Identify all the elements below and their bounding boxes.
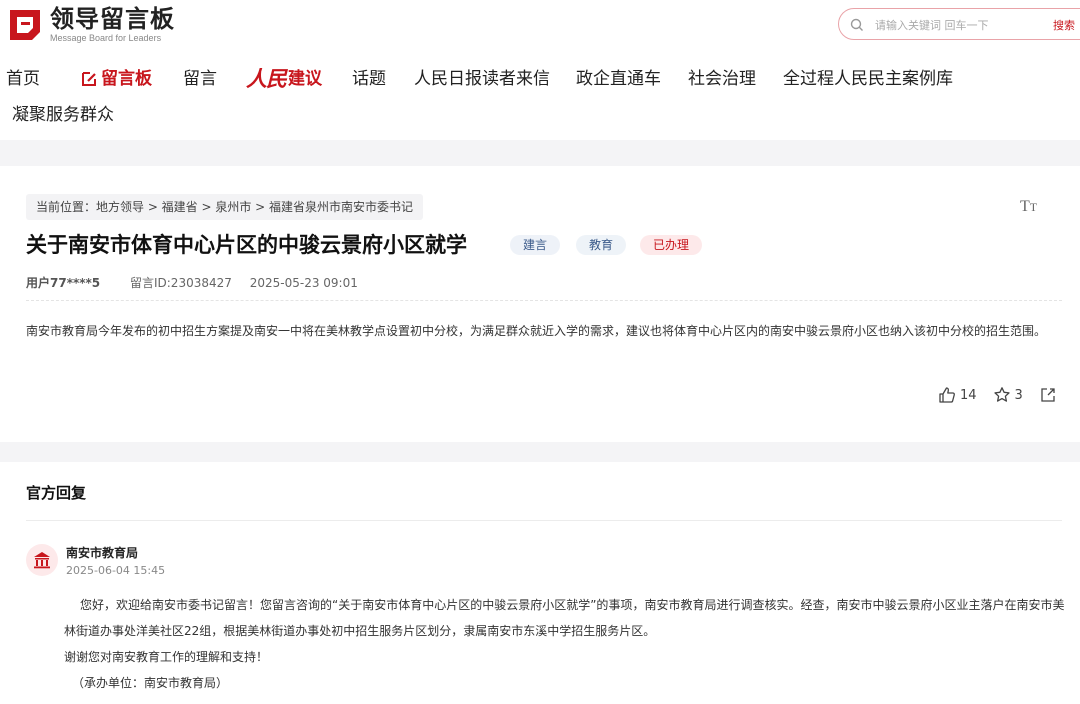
search-button[interactable]: 搜索 xyxy=(1053,17,1075,33)
reply-datetime: 2025-06-04 15:45 xyxy=(66,564,166,577)
logo-mark-icon xyxy=(10,10,40,40)
search-input[interactable] xyxy=(875,15,1035,35)
logo-subtitle: Message Board for Leaders xyxy=(50,33,162,43)
favorite-button[interactable]: 3 xyxy=(993,386,1023,404)
font-size-icon[interactable]: TT xyxy=(1020,198,1037,216)
site-logo[interactable]: 领导留言板 Message Board for Leaders xyxy=(6,6,175,44)
breadcrumb[interactable]: 当前位置：地方领导 > 福建省 > 泉州市 > 福建省泉州市南安市委书记 xyxy=(26,194,424,220)
nav-item-democracy-cases[interactable]: 全过程人民民主案例库 xyxy=(783,66,953,92)
search-icon xyxy=(850,18,863,31)
nav-item-topics[interactable]: 话题 xyxy=(352,66,386,92)
tag-suggestion[interactable]: 建言 xyxy=(510,235,561,255)
nav-item-home[interactable]: 首页 xyxy=(6,66,40,92)
nav-item-gov-business[interactable]: 政企直通车 xyxy=(576,66,661,92)
post-meta: 用户77****5 留言ID:23038427 2025-05-23 09:01 xyxy=(26,274,358,291)
divider xyxy=(26,300,1062,301)
divider xyxy=(26,520,1062,521)
nav-item-readers-letters[interactable]: 人民日报读者来信 xyxy=(414,66,550,92)
logo-title: 领导留言板 xyxy=(50,5,175,33)
search-box: 搜索 xyxy=(838,8,1080,40)
tag-education[interactable]: 教育 xyxy=(576,235,627,255)
share-button[interactable] xyxy=(1039,386,1061,404)
reply-thanks: 谢谢您对南安教育工作的理解和支持！ xyxy=(64,650,269,664)
post-body: 南安市教育局今年发布的初中招生方案提及南安一中将在美林教学点设置初中分校，为满足… xyxy=(26,324,1047,338)
official-reply: 官方回复 南安市教育局 2025-06-04 15:45 您好，欢迎给南安市委书… xyxy=(0,462,1080,704)
reply-org: 南安市教育局 xyxy=(66,546,139,560)
edit-icon xyxy=(82,72,96,86)
government-building-icon xyxy=(34,552,50,569)
like-count: 14 xyxy=(960,387,977,403)
like-button[interactable]: 14 xyxy=(938,386,977,404)
post-actions: 14 3 xyxy=(938,386,1061,404)
message-id: 留言ID:23038427 xyxy=(129,276,232,290)
nav-item-social-governance[interactable]: 社会治理 xyxy=(688,66,756,92)
share-icon xyxy=(1041,388,1055,402)
post-user: 用户77****5 xyxy=(26,276,101,290)
reply-paragraph: 您好，欢迎给南安市委书记留言！您留言咨询的“关于南安市体育中心片区的中骏云景府小… xyxy=(64,598,1065,638)
reply-body: 您好，欢迎给南安市委书记留言！您留言咨询的“关于南安市体育中心片区的中骏云景府小… xyxy=(64,592,1068,696)
post-datetime: 2025-05-23 09:01 xyxy=(249,276,358,290)
status-badge: 已办理 xyxy=(640,235,703,255)
nav-item-message-board[interactable]: 留言板 xyxy=(80,66,152,92)
post-card: 当前位置：地方领导 > 福建省 > 泉州市 > 福建省泉州市南安市委书记 TT … xyxy=(0,166,1080,442)
nav-item-serve-masses[interactable]: 凝聚服务群众 xyxy=(12,102,114,128)
nav-item-message-board-label: 留言板 xyxy=(101,69,152,89)
nav-item-message[interactable]: 留言 xyxy=(183,66,217,92)
favorite-count: 3 xyxy=(1014,387,1023,403)
thumbs-up-icon xyxy=(939,387,955,403)
avatar xyxy=(26,544,58,576)
page-title: 关于南安市体育中心片区的中骏云景府小区就学 xyxy=(26,233,467,257)
site-header: 领导留言板 Message Board for Leaders 搜索 首页 留言… xyxy=(0,0,1080,140)
nav-item-suggestion-label: 建议 xyxy=(288,69,322,89)
reply-heading: 官方回复 xyxy=(26,484,87,502)
star-icon xyxy=(993,387,1010,402)
nav-item-people-suggestion[interactable]: 人民 建议 xyxy=(246,66,322,92)
reply-signature: （承办单位：南安市教育局） xyxy=(72,676,229,690)
people-script-logo: 人民 xyxy=(246,66,287,91)
